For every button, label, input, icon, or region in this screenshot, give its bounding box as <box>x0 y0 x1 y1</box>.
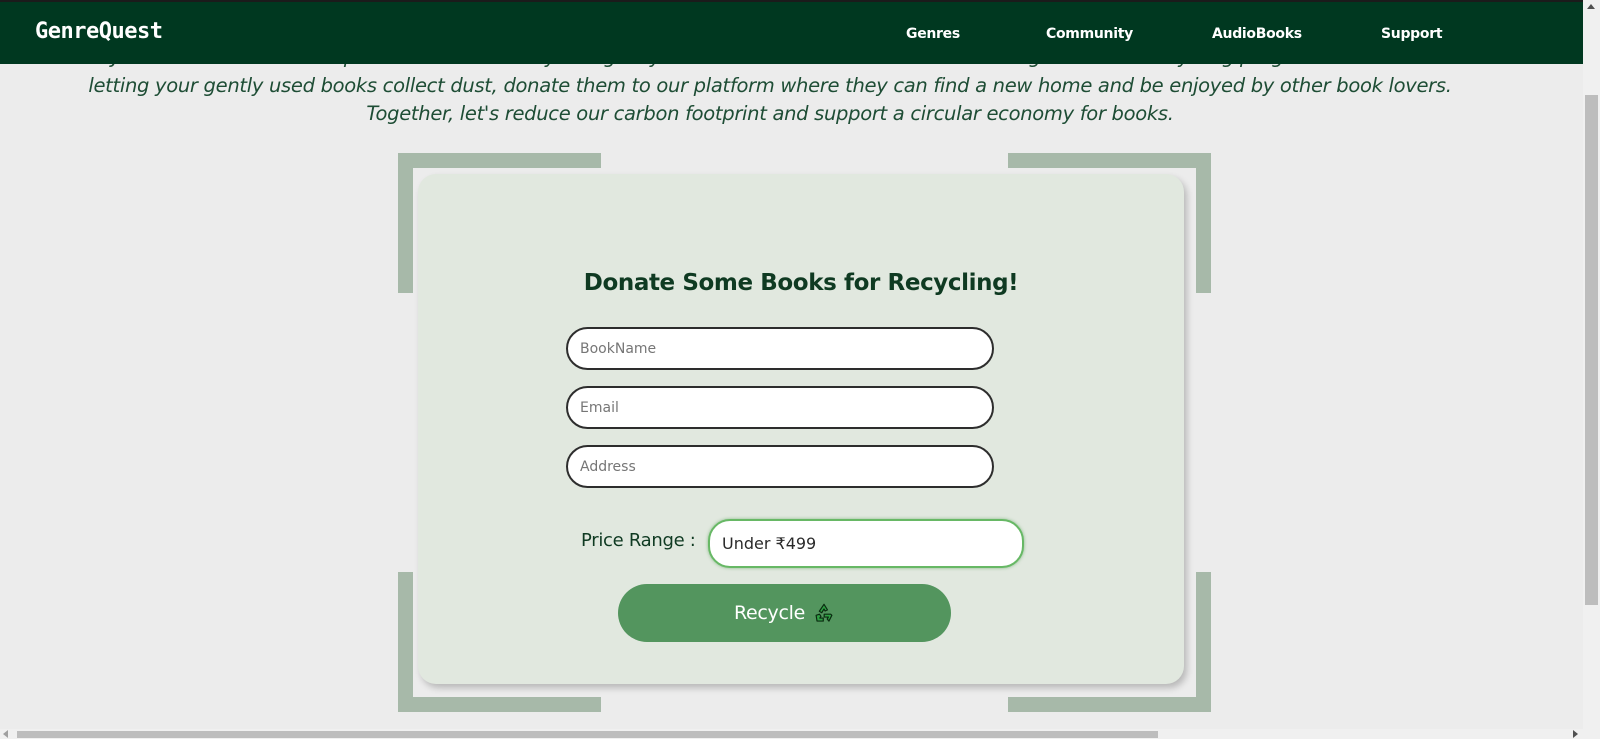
nav-link-community[interactable]: Community <box>1046 26 1133 42</box>
price-range-label: Price Range : <box>581 530 696 551</box>
brand-logo[interactable]: GenreQuest <box>35 19 163 44</box>
nav-link-genres[interactable]: Genres <box>906 26 960 42</box>
horizontal-scrollbar-thumb[interactable] <box>17 731 1158 738</box>
form-title: Donate Some Books for Recycling! <box>583 270 1019 296</box>
corner-bracket-top-right <box>1008 153 1211 168</box>
nav-link-audiobooks[interactable]: AudioBooks <box>1212 26 1302 42</box>
recycle-button-label: Recycle <box>733 602 806 624</box>
recycle-icon <box>813 602 835 624</box>
horizontal-scrollbar[interactable] <box>0 729 1583 739</box>
nav-link-support[interactable]: Support <box>1381 26 1443 42</box>
corner-bracket-bottom-right <box>1008 697 1211 712</box>
corner-bracket-top-left <box>398 153 601 168</box>
recycle-button[interactable]: Recycle <box>618 584 951 642</box>
email-input[interactable] <box>566 386 994 429</box>
vertical-scrollbar-thumb[interactable] <box>1585 95 1598 605</box>
scroll-right-arrow-icon[interactable] <box>1573 730 1578 738</box>
book-name-input[interactable] <box>566 327 994 370</box>
corner-bracket-bottom-left <box>398 572 413 712</box>
scroll-up-arrow-icon[interactable] <box>1587 4 1595 9</box>
corner-bracket-top-left <box>398 153 413 293</box>
donation-form-card: Donate Some Books for Recycling! Price R… <box>418 174 1184 684</box>
corner-bracket-top-right <box>1196 153 1211 293</box>
price-range-value: Under ₹499 <box>722 534 817 553</box>
price-range-select[interactable]: Under ₹499 <box>708 519 1024 568</box>
vertical-scrollbar[interactable] <box>1583 0 1600 739</box>
scroll-left-arrow-icon[interactable] <box>3 730 8 738</box>
top-navbar: GenreQuest Genres Community AudioBooks S… <box>0 0 1583 64</box>
address-input[interactable] <box>566 445 994 488</box>
corner-bracket-bottom-left <box>398 697 601 712</box>
corner-bracket-bottom-right <box>1196 572 1211 712</box>
